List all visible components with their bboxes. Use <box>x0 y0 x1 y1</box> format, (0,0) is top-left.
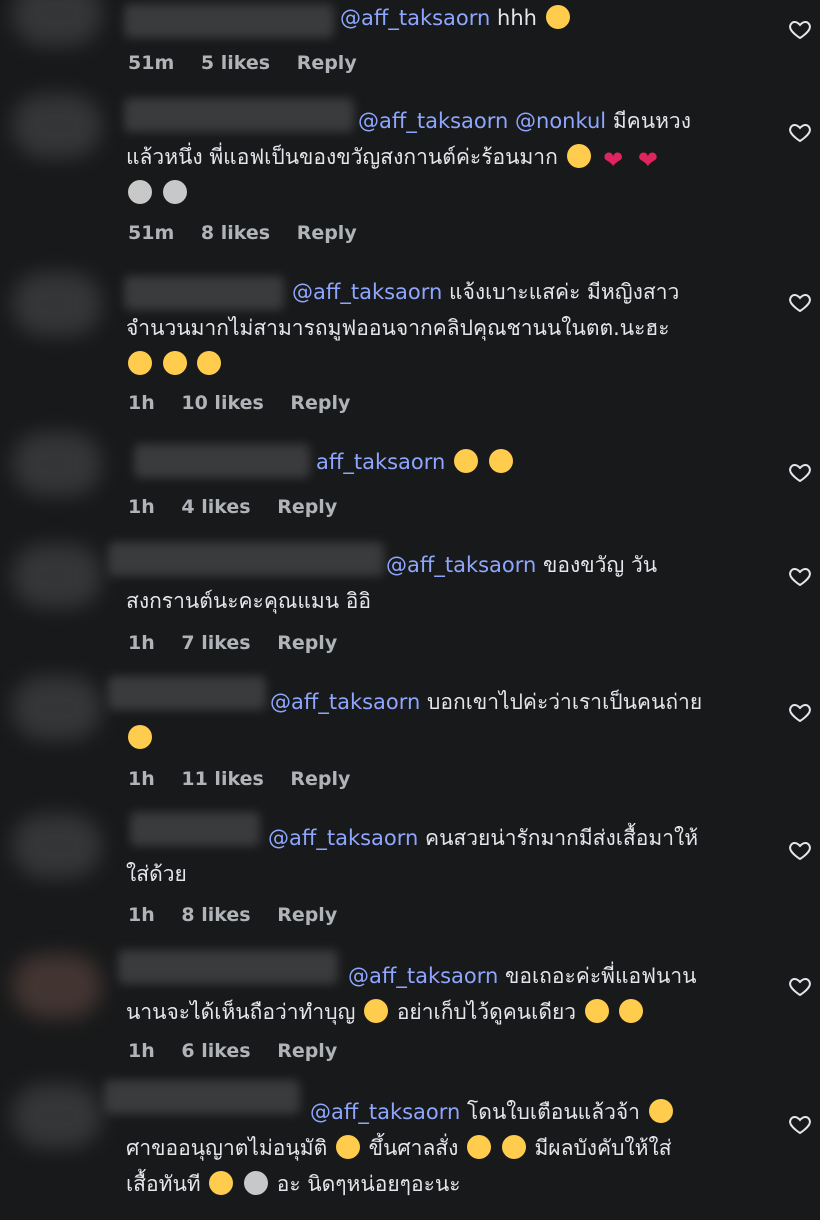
mention-link[interactable]: @aff_taksaorn <box>292 280 442 304</box>
sad-emoji-icon <box>209 1171 234 1195</box>
mention-link[interactable]: @aff_taksaorn <box>340 6 490 30</box>
heart-outline-icon[interactable] <box>788 838 812 862</box>
comment-body: hhh <box>497 6 537 30</box>
comment-text: @aff_taksaorn โดนใบเตือนแล้วจ้า ศาขออนุญ… <box>126 1099 673 1196</box>
avatar[interactable] <box>12 0 102 46</box>
surprised-emoji-icon <box>648 1099 673 1123</box>
comment-body: โดนใบเตือนแล้วจ้า <box>467 1100 640 1124</box>
reply-link[interactable]: Reply <box>297 222 357 244</box>
time-label: 51m <box>128 52 175 74</box>
commenter-name-redacted <box>124 4 334 38</box>
comment-text: @aff_taksaorn hhh <box>340 0 760 36</box>
yum-emoji-icon <box>128 725 152 749</box>
grin-emoji-icon <box>197 351 222 375</box>
time-label: 51m <box>128 222 175 244</box>
laugh-emoji-icon <box>501 1135 526 1159</box>
comment-meta: 1h 10 likes Reply <box>128 392 370 414</box>
reply-link[interactable]: Reply <box>277 1040 337 1062</box>
comment-meta: 1h 11 likes Reply <box>128 768 370 790</box>
time-label: 1h <box>128 392 155 414</box>
reply-link[interactable]: Reply <box>290 768 350 790</box>
comment-meta: 1h 7 likes Reply <box>128 632 357 654</box>
avatar[interactable] <box>12 544 102 608</box>
time-label: 1h <box>128 768 155 790</box>
raised-hands-emoji-icon <box>566 144 591 168</box>
heart-outline-icon[interactable] <box>788 17 812 41</box>
likes-count[interactable]: 6 likes <box>181 1040 250 1062</box>
time-label: 1h <box>128 632 155 654</box>
reply-link[interactable]: Reply <box>277 496 337 518</box>
mention-link[interactable]: @aff_taksaorn <box>270 690 420 714</box>
comment-text: @aff_taksaorn ขอเถอะค่ะพี่แอฟนาน นานจะได… <box>126 964 697 1024</box>
rofl-emoji-icon <box>545 5 570 29</box>
comment-meta: 1h 4 likes Reply <box>128 496 357 518</box>
likes-count[interactable]: 8 likes <box>201 222 270 244</box>
avatar[interactable] <box>12 1084 102 1148</box>
heart-emoji-icon: ❤ <box>637 146 658 174</box>
laugh-emoji-icon <box>488 449 513 473</box>
heart-eyes-emoji-icon <box>584 999 609 1023</box>
laugh-emoji-icon <box>364 999 389 1023</box>
time-label: 1h <box>128 1040 155 1062</box>
comment-body-3: ขึ้นศาลสั่ง <box>368 1136 459 1160</box>
time-label: 1h <box>128 496 155 518</box>
blush-emoji-icon <box>162 351 187 375</box>
likes-count[interactable]: 11 likes <box>181 768 263 790</box>
comment-body-2: ศาขออนุญาตไม่อนุมัติ <box>126 1136 328 1160</box>
mention-link[interactable]: @aff_taksaorn <box>348 964 498 988</box>
laugh-emoji-icon <box>454 449 479 473</box>
comment-meta: 1h 6 likes Reply <box>128 1040 357 1062</box>
reply-link[interactable]: Reply <box>277 632 337 654</box>
reply-link[interactable]: Reply <box>290 392 350 414</box>
laugh-emoji-icon <box>467 1135 492 1159</box>
avatar[interactable] <box>12 814 102 878</box>
time-label: 1h <box>128 904 155 926</box>
mention-link[interactable]: @aff_taksaorn @nonkul <box>358 109 606 133</box>
avatar[interactable] <box>12 954 102 1018</box>
mention-link[interactable]: @aff_taksaorn <box>386 553 536 577</box>
avatar[interactable] <box>12 94 102 158</box>
likes-count[interactable]: 7 likes <box>181 632 250 654</box>
comment-text: @aff_taksaorn บอกเขาไปค่ะว่าเราเป็นคนถ่า… <box>126 684 766 756</box>
heart-outline-icon[interactable] <box>788 120 812 144</box>
heart-outline-icon[interactable] <box>788 974 812 998</box>
rabbit-emoji-icon <box>162 180 187 204</box>
avatar[interactable] <box>12 676 102 740</box>
comment-meta: 1h 8 likes Reply <box>128 904 357 926</box>
heart-outline-icon[interactable] <box>788 460 812 484</box>
comment-text: @aff_taksaorn คนสวยน่ารักมากมีส่งเสื้อมา… <box>126 826 699 886</box>
koala-emoji-icon <box>128 180 152 204</box>
mention-link[interactable]: aff_taksaorn <box>316 450 445 474</box>
tongue-out-emoji-icon <box>128 351 152 375</box>
reply-link[interactable]: Reply <box>277 904 337 926</box>
comment-meta: 51m 8 likes Reply <box>128 222 377 244</box>
heart-outline-icon[interactable] <box>788 700 812 724</box>
likes-count[interactable]: 8 likes <box>181 904 250 926</box>
sad-emoji-icon <box>335 1135 360 1159</box>
comment-body-2: อย่าเก็บไว้ดูคนเดียว <box>396 1000 577 1024</box>
rabbit-emoji-icon <box>244 1171 269 1195</box>
comment-text: @aff_taksaorn @nonkul มีคนหวง แล้วหนึ่ง … <box>126 103 766 211</box>
reply-link[interactable]: Reply <box>297 52 357 74</box>
avatar[interactable] <box>12 272 102 336</box>
heart-outline-icon[interactable] <box>788 290 812 314</box>
mention-link[interactable]: @aff_taksaorn <box>268 826 418 850</box>
comment-body: บอกเขาไปค่ะว่าเราเป็นคนถ่าย <box>427 690 703 714</box>
comment-text: aff_taksaorn <box>126 444 766 480</box>
heart-outline-icon[interactable] <box>788 1112 812 1136</box>
comment-text: @aff_taksaorn แจ้งเบาะแสค่ะ มีหญิงสาว จำ… <box>126 274 766 382</box>
likes-count[interactable]: 4 likes <box>181 496 250 518</box>
comment-meta: 51m 5 likes Reply <box>128 52 377 74</box>
likes-count[interactable]: 5 likes <box>201 52 270 74</box>
heart-emoji-icon: ❤ <box>603 146 624 174</box>
heart-outline-icon[interactable] <box>788 564 812 588</box>
avatar[interactable] <box>12 432 102 496</box>
comment-body-5: อะ นิดๆหน่อยๆอะนะ <box>276 1172 461 1196</box>
mention-link[interactable]: @aff_taksaorn <box>310 1100 460 1124</box>
likes-count[interactable]: 10 likes <box>181 392 263 414</box>
comment-text: @aff_taksaorn ของขวัญ วัน สงกรานต์นะคะคุ… <box>126 553 658 613</box>
laugh-emoji-icon <box>619 999 644 1023</box>
